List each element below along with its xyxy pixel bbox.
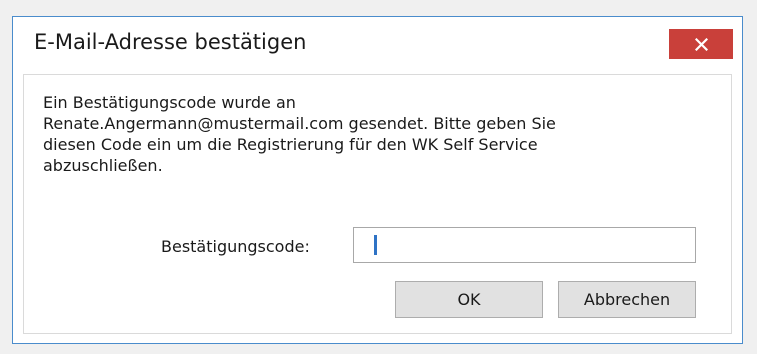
- close-icon: [694, 37, 708, 51]
- dialog-titlebar: E-Mail-Adresse bestätigen: [13, 17, 742, 73]
- cancel-button[interactable]: Abbrechen: [558, 281, 696, 318]
- ok-button[interactable]: OK: [395, 281, 543, 318]
- confirm-email-dialog: E-Mail-Adresse bestätigen Ein Bestätigun…: [12, 16, 743, 344]
- close-button[interactable]: [669, 29, 733, 59]
- confirmation-code-label: Bestätigungscode:: [161, 237, 310, 256]
- confirmation-message: Ein Bestätigungscode wurde an Renate.Ang…: [43, 92, 703, 176]
- confirmation-code-input[interactable]: [353, 227, 696, 263]
- text-caret: [374, 235, 377, 255]
- message-line: abzuschließen.: [43, 156, 163, 175]
- message-line: Renate.Angermann@mustermail.com gesendet…: [43, 114, 556, 133]
- dialog-title: E-Mail-Adresse bestätigen: [34, 30, 307, 54]
- message-line: diesen Code ein um die Registrierung für…: [43, 135, 538, 154]
- screen: E-Mail-Adresse bestätigen Ein Bestätigun…: [0, 0, 757, 354]
- message-line: Ein Bestätigungscode wurde an: [43, 93, 296, 112]
- dialog-content: Ein Bestätigungscode wurde an Renate.Ang…: [23, 74, 732, 334]
